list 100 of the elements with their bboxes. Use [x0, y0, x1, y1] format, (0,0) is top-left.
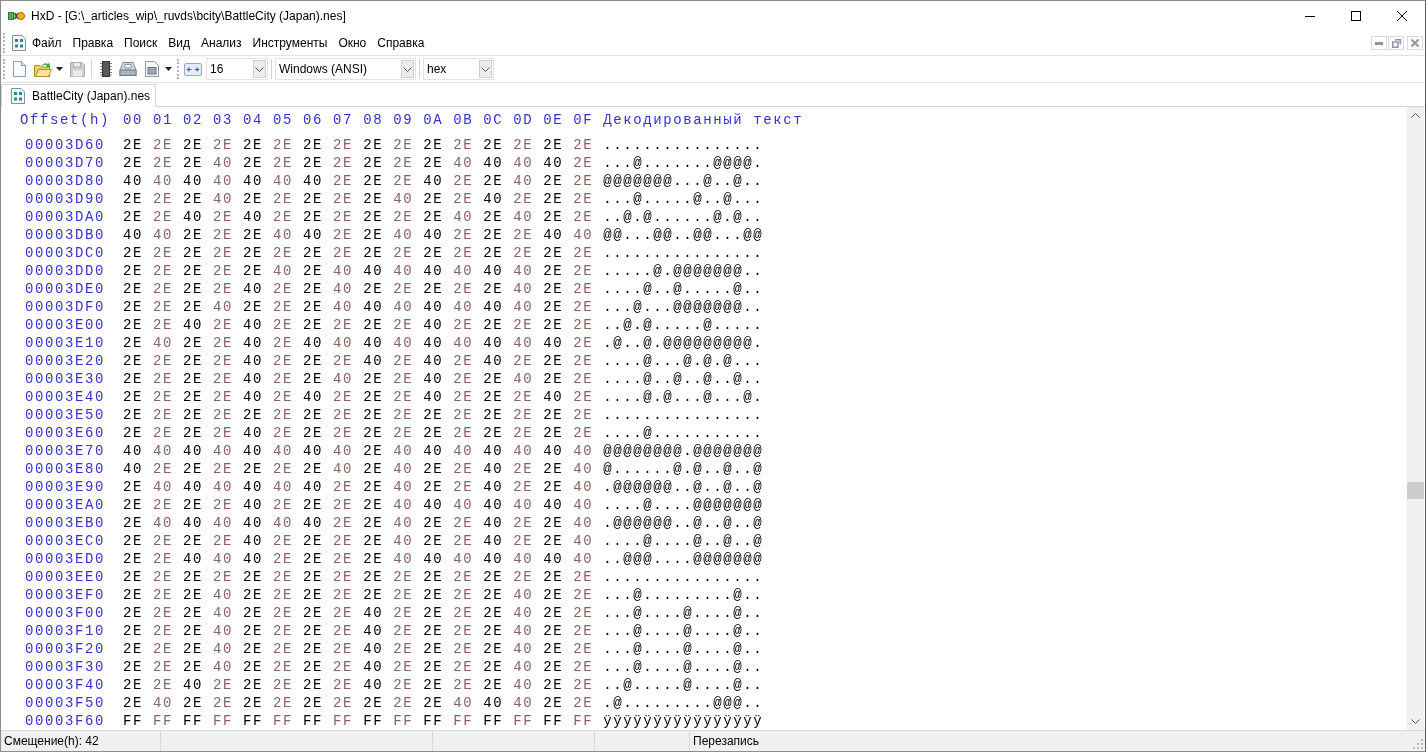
hex-byte: 2E — [183, 604, 204, 622]
hex-byte: 2E — [333, 406, 354, 424]
menu-item[interactable]: Файл — [27, 33, 67, 53]
hex-byte: 40 — [153, 442, 174, 460]
menu-item[interactable]: Анализ — [196, 33, 247, 53]
hex-byte: 2E — [423, 208, 444, 226]
hex-byte: 2E — [423, 424, 444, 442]
hex-byte: 2E — [153, 190, 174, 208]
restore-button[interactable] — [1388, 36, 1404, 50]
hex-byte: 2E — [453, 316, 474, 334]
resize-grip-icon[interactable] — [1413, 739, 1423, 749]
hex-byte: 2E — [513, 460, 534, 478]
hex-byte: 2E — [183, 622, 204, 640]
hex-byte: 2E — [543, 172, 564, 190]
hex-byte: 2E — [243, 622, 264, 640]
hex-byte: 2E — [153, 676, 174, 694]
chevron-down-icon[interactable] — [253, 60, 266, 78]
hex-byte: 2E — [423, 532, 444, 550]
hex-byte: 2E — [483, 244, 504, 262]
hex-byte: 40 — [423, 334, 444, 352]
scrollbar[interactable] — [1407, 107, 1424, 730]
hex-byte: 2E — [273, 298, 294, 316]
hex-byte: 2E — [303, 316, 324, 334]
hex-byte: 40 — [453, 442, 474, 460]
hex-byte: 2E — [303, 370, 324, 388]
menu-item[interactable]: Инструменты — [247, 33, 333, 53]
hex-byte: 40 — [273, 172, 294, 190]
hex-byte: 2E — [303, 568, 324, 586]
hex-byte: 2E — [573, 190, 594, 208]
column-header: 05 — [273, 111, 294, 129]
hex-byte: 2E — [513, 136, 534, 154]
hex-byte: FF — [213, 712, 234, 730]
hex-byte: 2E — [123, 244, 143, 262]
hex-byte: 40 — [123, 226, 143, 244]
hex-byte: 2E — [543, 244, 564, 262]
hex-byte: 2E — [573, 154, 594, 172]
hex-byte: 40 — [333, 262, 354, 280]
hex-byte: 2E — [333, 568, 354, 586]
hex-byte: 2E — [483, 568, 504, 586]
menu-item[interactable]: Вид — [163, 33, 196, 53]
hex-byte: 40 — [393, 550, 414, 568]
chevron-down-icon — [1411, 719, 1420, 724]
dropdown[interactable]: Windows (ANSI) — [275, 58, 416, 80]
hex-byte: 40 — [573, 226, 594, 244]
dropdown[interactable]: hex — [423, 58, 494, 80]
hex-byte: 2E — [183, 334, 204, 352]
hex-byte: 2E — [513, 352, 534, 370]
file-tab[interactable]: BattleCity (Japan).nes — [1, 84, 157, 107]
hex-byte: 40 — [483, 190, 504, 208]
chevron-down-icon[interactable] — [401, 60, 414, 78]
hex-byte: 40 — [363, 604, 384, 622]
hex-byte: 40 — [423, 550, 444, 568]
row-offset: 00003E20 — [25, 352, 105, 370]
hex-byte: 40 — [513, 676, 534, 694]
hex-byte: 2E — [333, 532, 354, 550]
hex-byte: 2E — [153, 604, 174, 622]
hex-byte: 2E — [213, 532, 234, 550]
row-offset: 00003DD0 — [25, 262, 105, 280]
close-button[interactable] — [1407, 36, 1423, 50]
decoded-text: ..@.@.....@..... — [603, 316, 764, 334]
hex-byte: 2E — [183, 406, 204, 424]
hex-byte: 2E — [573, 208, 594, 226]
hex-byte: 2E — [453, 424, 474, 442]
hex-byte: 2E — [393, 658, 414, 676]
folder-icon — [34, 61, 52, 77]
hex-byte: 2E — [183, 280, 204, 298]
hex-byte: 40 — [123, 460, 143, 478]
hex-byte: 40 — [243, 334, 264, 352]
toolbar-grip[interactable] — [3, 59, 6, 79]
hex-byte: 2E — [243, 406, 264, 424]
dropdown[interactable]: 16 — [206, 58, 268, 80]
menu-item[interactable]: Правка — [67, 33, 119, 53]
hex-byte: 2E — [573, 640, 594, 658]
row-offset: 00003F60 — [25, 712, 105, 730]
toolbar-grip[interactable] — [3, 33, 6, 53]
menu-item[interactable]: Справка — [372, 33, 430, 53]
hex-byte: 2E — [303, 208, 324, 226]
hex-byte: 2E — [573, 622, 594, 640]
scrollbar-thumb[interactable] — [1407, 482, 1424, 499]
hex-byte: 40 — [153, 334, 174, 352]
hex-byte: 2E — [513, 514, 534, 532]
menu-item[interactable]: Окно — [333, 33, 372, 53]
hex-byte: 2E — [213, 352, 234, 370]
hex-byte: 2E — [273, 244, 294, 262]
decoded-text: ..@@@....@@@@@@@ — [603, 550, 764, 568]
hex-byte: 2E — [273, 640, 294, 658]
hex-byte: 2E — [213, 226, 234, 244]
hex-byte: 2E — [363, 154, 384, 172]
page-icon — [12, 61, 26, 77]
hex-byte: 2E — [123, 154, 143, 172]
row-offset: 00003F40 — [25, 676, 105, 694]
hex-byte: 2E — [453, 406, 474, 424]
chevron-down-icon[interactable] — [479, 60, 492, 78]
hex-byte: 40 — [183, 514, 204, 532]
hex-byte: 2E — [303, 406, 324, 424]
hex-byte: 2E — [423, 658, 444, 676]
column-header: 02 — [183, 111, 204, 129]
toolbar-grip[interactable] — [177, 59, 180, 79]
minimize-button[interactable] — [1371, 36, 1387, 50]
menu-item[interactable]: Поиск — [119, 33, 163, 53]
